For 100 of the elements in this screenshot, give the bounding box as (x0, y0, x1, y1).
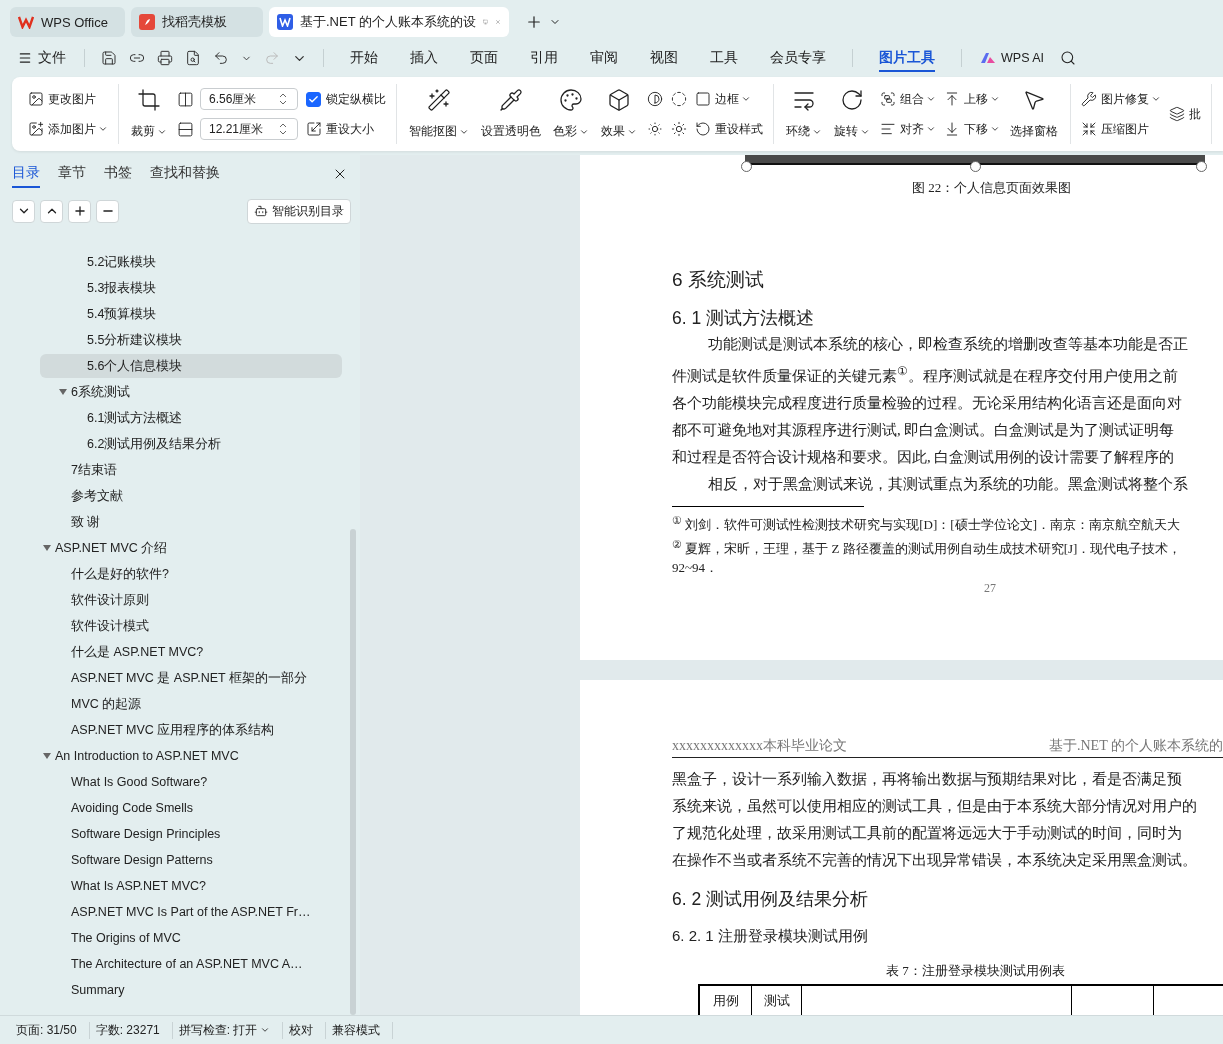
toc-item[interactable]: 软件设计原则 (40, 588, 342, 612)
tool-button[interactable]: 选择窗格 (1008, 86, 1060, 142)
toc-item[interactable]: Software Design Principles (40, 822, 342, 846)
toc-item[interactable]: ASP.NET MVC Is Part of the ASP.NET Fr… (40, 900, 342, 924)
toc-item[interactable]: 什么是好的软件? (40, 562, 342, 586)
spinner-icon (279, 122, 287, 136)
undo-icon[interactable] (213, 50, 229, 66)
toc-item[interactable]: 6.2测试用例及结果分析 (40, 432, 342, 456)
toc-item[interactable]: What Is Good Software? (40, 770, 342, 794)
toc-item[interactable]: ASP.NET MVC 介绍 (40, 536, 342, 560)
window-tab[interactable]: WPS Office (10, 7, 125, 37)
tool-button[interactable]: 下移 (944, 117, 1000, 141)
toc-item[interactable]: ASP.NET MVC 应用程序的体系结构 (40, 718, 342, 742)
toc-item[interactable]: What Is ASP.NET MVC? (40, 874, 342, 898)
new-tab-icon[interactable] (525, 13, 543, 31)
tool-icon (944, 121, 960, 137)
tool-button[interactable]: 重设大小 (306, 117, 386, 141)
expand-arrow-icon[interactable] (59, 388, 67, 396)
ribbon-tab[interactable]: 引用 (530, 44, 558, 72)
checkbox[interactable] (306, 91, 321, 107)
size-field[interactable]: 6.56厘米 (200, 88, 298, 110)
status-item[interactable]: 字数: 23271 (89, 1021, 173, 1039)
toc-item[interactable]: 5.5分析建议模块 (40, 328, 342, 352)
status-item[interactable]: 兼容模式 (326, 1021, 394, 1039)
ribbon-tab[interactable]: 图片工具 (879, 44, 935, 72)
tool-button[interactable]: 压缩图片 (1081, 117, 1161, 141)
toc-item[interactable]: Software Design Patterns (40, 848, 342, 872)
scrollbar-thumb[interactable] (350, 529, 356, 1015)
page-number: 27 (984, 581, 997, 597)
ribbon-tab[interactable]: 页面 (470, 44, 498, 72)
toc-item[interactable]: Summary (40, 978, 342, 1002)
paragraph-line: 相反，对于黑盒测试来说，其测试重点为系统的功能。黑盒测试将整个系 (707, 474, 1189, 494)
search-icon[interactable] (1060, 50, 1077, 66)
pane-tab[interactable]: 目录 (12, 160, 40, 188)
toc-item[interactable]: ASP.NET MVC 是 ASP.NET 框架的一部分 (40, 666, 342, 690)
toc-item[interactable]: 5.6个人信息模块 (40, 354, 342, 378)
tool-button[interactable]: 设置透明色 (479, 86, 543, 142)
tool-button[interactable]: 边框 (695, 87, 763, 111)
size-field[interactable]: 12.21厘米 (200, 118, 298, 140)
status-item[interactable]: 拼写检查: 打开 (172, 1021, 284, 1039)
tool-button[interactable]: 智能抠图 (407, 86, 471, 142)
toc-item[interactable]: The Origins of MVC (40, 926, 342, 950)
toc-item[interactable]: 5.2记账模块 (40, 250, 342, 274)
tool-icon (559, 88, 583, 112)
toc-item[interactable]: 软件设计模式 (40, 614, 342, 638)
expand-button[interactable] (40, 199, 63, 223)
tool-icon (1169, 106, 1185, 122)
toc-item[interactable]: 5.3报表模块 (40, 276, 342, 300)
add-button[interactable] (68, 199, 91, 223)
tool-icon (840, 88, 864, 112)
ribbon-tab[interactable]: 审阅 (590, 44, 618, 72)
toc-item[interactable]: 6系统测试 (40, 380, 342, 404)
expand-arrow-icon[interactable] (43, 752, 51, 760)
save-icon[interactable] (101, 50, 117, 66)
ribbon-tab[interactable]: 会员专享 (770, 44, 826, 72)
tool-button[interactable]: 效果 (599, 86, 639, 142)
tool-button[interactable]: 更改图片 (28, 87, 108, 111)
resize-handle[interactable] (741, 161, 752, 172)
tool-button[interactable]: 旋转 (832, 86, 872, 142)
ribbon-tab[interactable]: 工具 (710, 44, 738, 72)
print-icon[interactable] (157, 50, 173, 66)
expand-arrow-icon[interactable] (43, 544, 51, 552)
tool-button[interactable]: 图片修复 (1081, 87, 1161, 111)
ribbon-tab[interactable]: 开始 (350, 44, 378, 72)
toc-item[interactable]: 7结束语 (40, 458, 342, 482)
status-item[interactable]: 页面: 31/50 (10, 1021, 90, 1039)
resize-handle[interactable] (1196, 161, 1207, 172)
toc-item[interactable]: An Introduction to ASP.NET MVC (40, 744, 342, 768)
toc-item[interactable]: Avoiding Code Smells (40, 796, 342, 820)
window-tab[interactable]: 找稻壳模板 (131, 7, 263, 37)
window-tab[interactable]: 基于.NET 的个人账本系统的设 (269, 7, 509, 37)
toc-item[interactable]: 致 谢 (40, 510, 342, 534)
tool-button[interactable]: 上移 (944, 87, 1000, 111)
tool-button[interactable]: 组合 (880, 87, 936, 111)
toc-item[interactable]: 6.1测试方法概述 (40, 406, 342, 430)
tool-button[interactable]: 重设样式 (695, 117, 763, 141)
ai-button[interactable]: WPS AI (980, 51, 1045, 65)
tool-button[interactable]: 对齐 (880, 117, 936, 141)
file-menu[interactable]: 文件 (12, 49, 72, 67)
toc-item[interactable]: 5.4预算模块 (40, 302, 342, 326)
resize-handle[interactable] (970, 161, 981, 172)
pane-tab[interactable]: 章节 (58, 160, 86, 188)
toc-item[interactable]: 参考文献 (40, 484, 342, 508)
smart-toc-button[interactable]: 智能识别目录 (247, 198, 351, 224)
collapse-button[interactable] (12, 199, 35, 223)
pane-tab[interactable]: 查找和替换 (150, 160, 220, 188)
tool-button[interactable]: 裁剪 (129, 86, 169, 142)
tool-button[interactable]: 批 (1169, 102, 1201, 126)
print-preview-icon[interactable] (185, 50, 201, 66)
ribbon-tab[interactable]: 视图 (650, 44, 678, 72)
status-item[interactable]: 校对 (283, 1021, 327, 1039)
remove-button[interactable] (96, 199, 119, 223)
tool-button[interactable]: 环绕 (784, 86, 824, 142)
toc-item[interactable]: The Architecture of an ASP.NET MVC A… (40, 952, 342, 976)
tool-button[interactable]: 添加图片 (28, 117, 108, 141)
toc-item[interactable]: 什么是 ASP.NET MVC? (40, 640, 342, 664)
ribbon-tab[interactable]: 插入 (410, 44, 438, 72)
toc-item[interactable]: MVC 的起源 (40, 692, 342, 716)
pane-tab[interactable]: 书签 (104, 160, 132, 188)
tool-button[interactable]: 色彩 (551, 86, 591, 142)
